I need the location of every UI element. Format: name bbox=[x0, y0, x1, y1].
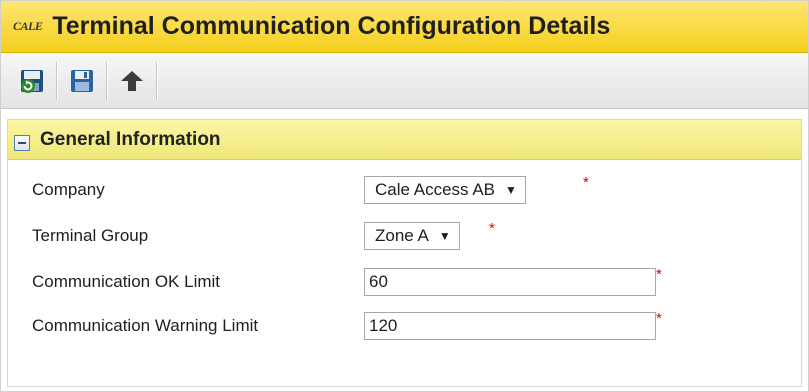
toolbar-separator bbox=[106, 61, 108, 100]
ok-limit-input[interactable] bbox=[364, 268, 656, 296]
company-label: Company bbox=[32, 180, 105, 199]
required-marker: * bbox=[656, 310, 662, 327]
collapse-button[interactable] bbox=[14, 134, 30, 151]
title-bar: CALE Terminal Communication Configuratio… bbox=[1, 1, 808, 53]
cale-logo: CALE bbox=[13, 19, 43, 33]
toolbar bbox=[1, 53, 808, 109]
chevron-down-icon: ▼ bbox=[438, 229, 451, 243]
ok-limit-label: Communication OK Limit bbox=[32, 272, 221, 291]
page-frame: CALE Terminal Communication Configuratio… bbox=[0, 0, 809, 392]
section-title: General Information bbox=[40, 128, 221, 150]
save-button[interactable] bbox=[65, 64, 99, 98]
warning-limit-label: Communication Warning Limit bbox=[32, 316, 259, 335]
terminal-group-value: Zone A bbox=[375, 226, 429, 245]
section-header: General Information bbox=[8, 120, 801, 160]
up-arrow-icon bbox=[121, 70, 143, 91]
page-title: Terminal Communication Configuration Det… bbox=[52, 12, 611, 40]
section-body: Company Cale Access AB ▼ * Terminal Grou… bbox=[8, 160, 801, 386]
save-icon bbox=[71, 69, 93, 92]
required-marker: * bbox=[583, 174, 589, 191]
required-marker: * bbox=[656, 266, 662, 283]
company-value: Cale Access AB bbox=[375, 180, 496, 199]
general-information-panel: General Information Company Cale Access … bbox=[7, 119, 802, 387]
company-select[interactable]: Cale Access AB ▼ bbox=[364, 176, 526, 204]
up-button[interactable] bbox=[115, 64, 149, 98]
terminal-group-select[interactable]: Zone A ▼ bbox=[364, 222, 460, 250]
toolbar-separator bbox=[156, 61, 158, 100]
chevron-down-icon: ▼ bbox=[505, 183, 517, 197]
toolbar-separator bbox=[56, 61, 58, 100]
required-marker: * bbox=[489, 220, 495, 237]
warning-limit-input[interactable] bbox=[364, 312, 656, 340]
save-and-refresh-button[interactable] bbox=[15, 64, 49, 98]
save-and-refresh-icon bbox=[21, 69, 43, 93]
terminal-group-label: Terminal Group bbox=[32, 226, 149, 245]
minus-icon bbox=[18, 141, 26, 144]
